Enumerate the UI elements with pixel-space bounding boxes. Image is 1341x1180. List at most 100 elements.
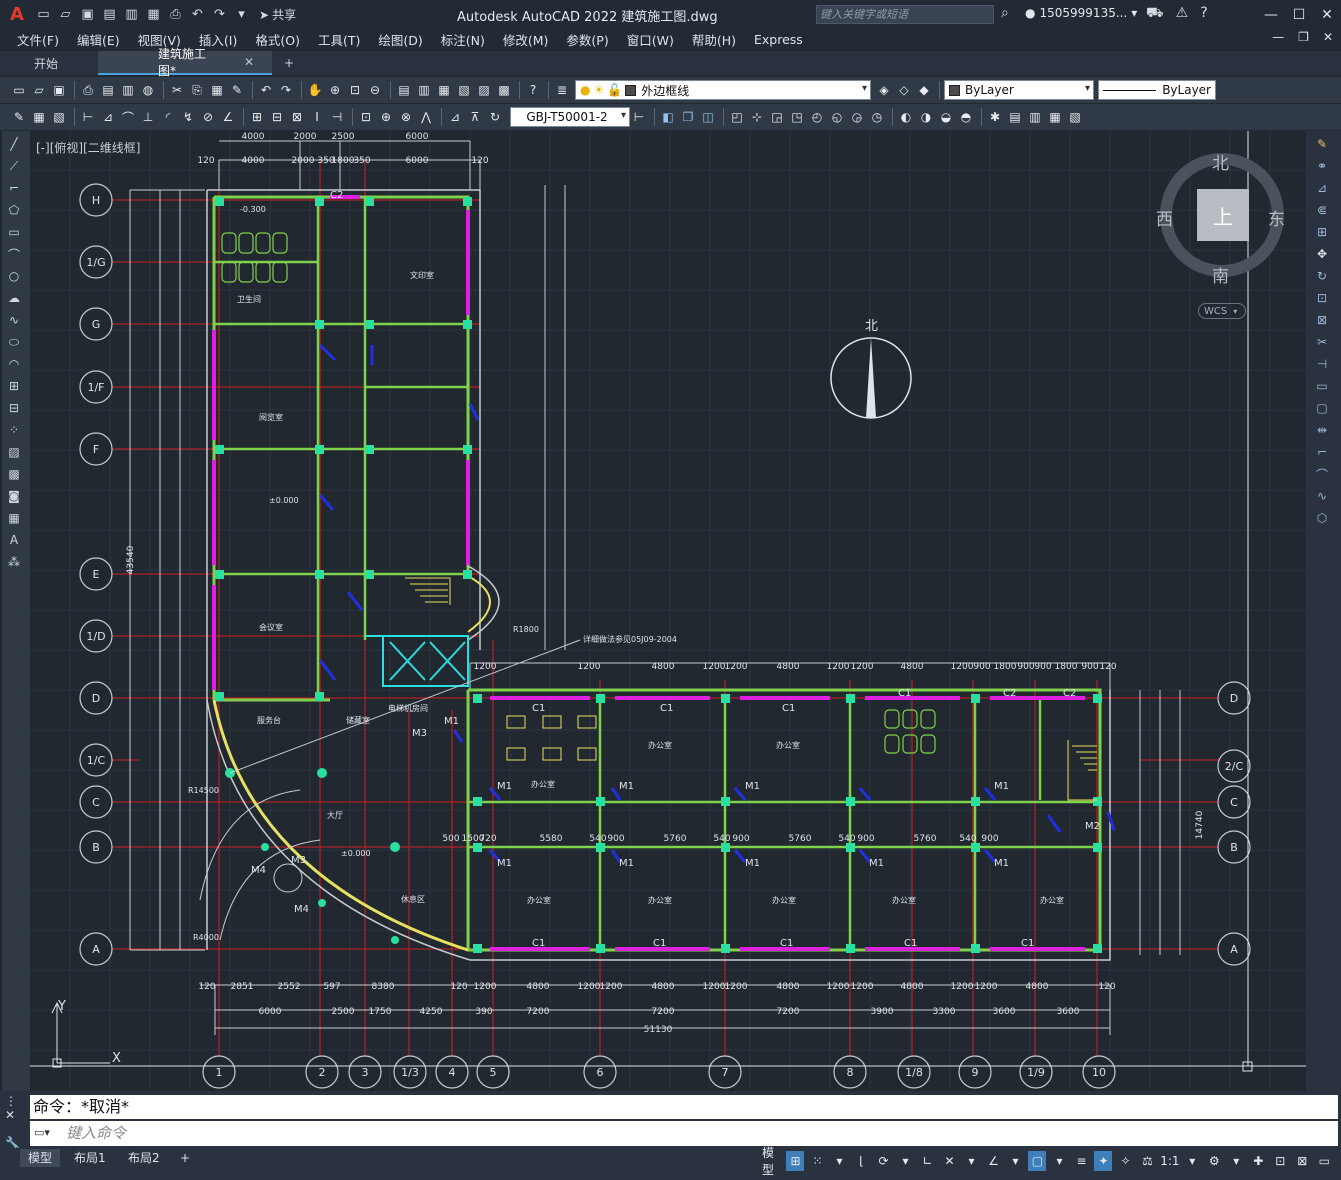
close-tab-icon[interactable]: ✕: [244, 55, 254, 69]
rectangle-icon[interactable]: ▭: [5, 223, 23, 241]
polar-tracking-icon[interactable]: ✕: [940, 1151, 958, 1171]
chamfer-icon[interactable]: ⌐: [1313, 443, 1331, 461]
share-button[interactable]: ➤ 共享: [259, 6, 296, 23]
isolate-objects-icon[interactable]: ◎: [1337, 1151, 1341, 1171]
dim-radius-icon[interactable]: ◜: [159, 108, 177, 126]
annotation-scale-icon[interactable]: ⚖: [1138, 1151, 1156, 1171]
offset-icon[interactable]: ◰: [728, 108, 746, 126]
center-mark-icon[interactable]: ⊕: [377, 108, 395, 126]
match-properties-icon[interactable]: ✎: [228, 81, 246, 99]
dim-edit-icon[interactable]: ⊿: [446, 108, 464, 126]
join-icon[interactable]: ⇹: [1313, 421, 1331, 439]
help-icon[interactable]: ?: [1200, 5, 1207, 23]
open-icon[interactable]: ▱: [30, 81, 48, 99]
autocad-logo-icon[interactable]: A: [0, 0, 34, 29]
dim-text-edit-icon[interactable]: ⊼: [466, 108, 484, 126]
polygon-icon[interactable]: ⬠: [5, 201, 23, 219]
spline-icon[interactable]: ∿: [5, 311, 23, 329]
dim-diameter-icon[interactable]: ⊘: [199, 108, 217, 126]
hatch-icon[interactable]: ▨: [5, 443, 23, 461]
chevron-down-icon[interactable]: ▾: [830, 1151, 848, 1171]
user-account[interactable]: ● 1505999135... ▾: [1025, 6, 1137, 20]
menu-help[interactable]: 帮助(H): [683, 30, 745, 49]
drawing-canvas[interactable]: H 1/G G 1/F F E 1/D D 1/C C B A D 2/C C: [30, 131, 1306, 1091]
search-input[interactable]: 键入关键字或短语: [816, 5, 994, 24]
line-icon[interactable]: ╱: [5, 135, 23, 153]
isodraft-icon[interactable]: ∠: [984, 1151, 1002, 1171]
copy-icon[interactable]: ⚭: [1313, 157, 1331, 175]
mirror-icon[interactable]: ⊿: [1313, 179, 1331, 197]
doc-minimize-icon[interactable]: —: [1272, 30, 1284, 44]
color-dropdown[interactable]: ByLayer ▾: [944, 80, 1094, 100]
properties-icon[interactable]: ▤: [395, 81, 413, 99]
tab-drawing[interactable]: 建筑施工图* ✕: [98, 47, 272, 78]
break-icon[interactable]: ▢: [1313, 399, 1331, 417]
linetype-dropdown[interactable]: ByLayer: [1098, 80, 1216, 100]
tab-model[interactable]: 模型: [20, 1149, 61, 1167]
add-selected-icon[interactable]: ⁂: [5, 553, 23, 571]
auto-scale-icon[interactable]: ✧: [1116, 1151, 1134, 1171]
new-tab-button[interactable]: +: [272, 51, 306, 75]
ellipse-arc-icon[interactable]: ◠: [5, 355, 23, 373]
point-icon[interactable]: ⁘: [5, 421, 23, 439]
tolerance-icon[interactable]: ⊡: [357, 108, 375, 126]
dim-continue-icon[interactable]: ⊠: [288, 108, 306, 126]
move-icon[interactable]: ✥: [1313, 245, 1331, 263]
undo-icon[interactable]: ↶: [257, 81, 275, 99]
rotate-icon[interactable]: ↻: [1313, 267, 1331, 285]
save-icon[interactable]: ▣: [78, 6, 97, 24]
fillet-icon[interactable]: ⌒: [1313, 465, 1331, 483]
explode-icon[interactable]: ⬡: [1313, 509, 1331, 527]
extend-icon[interactable]: ◷: [868, 108, 886, 126]
tab-layout1[interactable]: 布局1: [66, 1149, 114, 1167]
ortho-icon[interactable]: ∟: [918, 1151, 936, 1171]
array-icon[interactable]: ⊹: [748, 108, 766, 126]
offset-icon[interactable]: ⋐: [1313, 201, 1331, 219]
design-center-icon[interactable]: ▥: [415, 81, 433, 99]
tab-layout2[interactable]: 布局2: [120, 1149, 168, 1167]
lineweight-icon[interactable]: ≡: [1072, 1151, 1090, 1171]
polyline-icon[interactable]: ⌐: [5, 179, 23, 197]
menu-window[interactable]: 窗口(W): [618, 30, 683, 49]
chevron-down-icon[interactable]: ▾: [1006, 1151, 1024, 1171]
doc-restore-icon[interactable]: ❐: [1298, 30, 1309, 44]
annotation-monitor-icon[interactable]: ✚: [1249, 1151, 1267, 1171]
units-icon[interactable]: ⊡: [1271, 1151, 1289, 1171]
print-icon[interactable]: ⎙: [166, 6, 185, 24]
gradient-icon[interactable]: ▩: [5, 465, 23, 483]
layer-previous-icon[interactable]: ◇: [895, 81, 913, 99]
break-at-point-icon[interactable]: ▭: [1313, 377, 1331, 395]
menu-edit[interactable]: 编辑(E): [68, 30, 129, 49]
quickcalc-icon[interactable]: ▩: [495, 81, 513, 99]
dynamic-input-icon[interactable]: ⟳: [874, 1151, 892, 1171]
annotation-visibility-icon[interactable]: ✦: [1094, 1151, 1113, 1171]
doc-close-icon[interactable]: ✕: [1323, 30, 1333, 44]
dim-baseline-icon[interactable]: ⊟: [268, 108, 286, 126]
erase-icon[interactable]: ◧: [659, 108, 677, 126]
menu-modify[interactable]: 修改(M): [494, 30, 558, 49]
grid-icon[interactable]: ⊞: [786, 1151, 805, 1171]
make-current-icon[interactable]: ◈: [875, 81, 893, 99]
a360-icon[interactable]: ⚠: [1176, 5, 1189, 23]
lengthen-icon[interactable]: ▦: [1046, 108, 1064, 126]
publish-icon[interactable]: ▥: [122, 6, 141, 24]
object-snap-icon[interactable]: ▢: [1028, 1151, 1047, 1171]
viewcube-south[interactable]: 南: [1212, 262, 1229, 287]
menu-parametric[interactable]: 参数(P): [557, 30, 617, 49]
dim-arc-icon[interactable]: ⌒: [119, 108, 137, 126]
arc-icon[interactable]: ⌒: [5, 245, 23, 263]
chamfer-icon[interactable]: ◒: [937, 108, 955, 126]
region-icon[interactable]: ◙: [5, 487, 23, 505]
join-icon[interactable]: ◑: [917, 108, 935, 126]
publish-icon[interactable]: ▥: [119, 81, 137, 99]
paste-icon[interactable]: ▦: [208, 81, 226, 99]
fillet-icon[interactable]: ◓: [957, 108, 975, 126]
dim-ordinate-icon[interactable]: ⊥: [139, 108, 157, 126]
align-icon[interactable]: ▥: [1026, 108, 1044, 126]
copy-object-icon[interactable]: ❐: [679, 108, 697, 126]
help-icon[interactable]: ?: [524, 81, 542, 99]
maximize-icon[interactable]: ☐: [1285, 0, 1313, 29]
table-icon[interactable]: ▦: [5, 509, 23, 527]
pan-icon[interactable]: ✋: [306, 81, 324, 99]
model-space-button[interactable]: 模型: [760, 1146, 782, 1177]
